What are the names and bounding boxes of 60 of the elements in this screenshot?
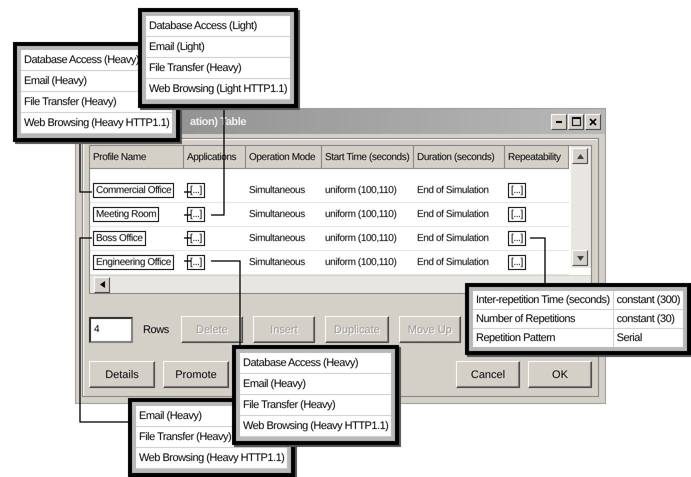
callout-item: Email (Heavy) [240, 374, 392, 395]
callout-item: Database Access (Heavy) [240, 353, 392, 374]
table-cell: uniform (100,110) [322, 179, 414, 203]
connector-line [184, 260, 191, 262]
repeatability-button[interactable]: [...] [508, 183, 526, 198]
repeatability-button[interactable]: [...] [508, 231, 526, 246]
callout-item: File Transfer (Heavy) [146, 58, 290, 79]
table-cell: End of Simulation [414, 179, 505, 203]
applications-button[interactable]: [...] [187, 207, 205, 222]
callout-item: Email (Light) [146, 37, 290, 58]
connector-line [184, 237, 191, 239]
profile-cell: Meeting Room [90, 203, 184, 227]
column-header: Duration (seconds) [414, 146, 505, 169]
table-cell: End of Simulation [414, 203, 505, 227]
applications-button[interactable]: [...] [187, 255, 205, 270]
mode-cell: Simultaneous [246, 179, 322, 203]
minimize-button[interactable] [551, 114, 567, 130]
callout-cell: Inter-repetition Time (seconds) [473, 291, 613, 309]
repeatability-button[interactable]: [...] [508, 207, 526, 222]
column-header: Repeatability [505, 146, 569, 169]
callout-cell: Number of Repetitions [473, 310, 613, 328]
table-cell: End of Simulation [414, 227, 505, 251]
callout-cell: Repetition Pattern [473, 329, 613, 347]
left-arrow-icon [100, 281, 104, 288]
callout-cell: constant (300) [614, 291, 683, 309]
minimize-icon [556, 120, 562, 122]
callout-item: Database Access (Light) [146, 16, 290, 37]
table-cell: uniform (100,110) [322, 203, 414, 227]
mode-cell: Simultaneous [246, 227, 322, 251]
action-button[interactable]: Details [89, 361, 155, 388]
maximize-button[interactable] [568, 114, 584, 130]
action-button[interactable]: Promote [163, 361, 229, 388]
close-button[interactable] [585, 114, 601, 130]
vertical-scrollbar[interactable] [571, 146, 591, 268]
callout-item: Web Browsing (Heavy HTTP1.1) [240, 416, 392, 437]
mode-cell: Simultaneous [246, 203, 322, 227]
connector-line [184, 214, 191, 216]
column-header: Operation Mode [246, 146, 322, 169]
callout-item: Web Browsing (Heavy HTTP1.1) [21, 113, 172, 134]
action-button[interactable]: Cancel [456, 361, 520, 388]
down-arrow-icon [576, 256, 584, 260]
maximize-icon [572, 117, 580, 126]
repeatability-button[interactable]: [...] [508, 255, 526, 270]
callout-item: Web Browsing (Heavy HTTP1.1) [136, 448, 288, 469]
callout-cell: constant (30) [614, 310, 683, 328]
profile-cell: Boss Office [90, 227, 184, 251]
close-icon [589, 118, 597, 126]
rows-label: Rows [143, 324, 169, 336]
callout-item: Web Browsing (Light HTTP1.1) [146, 79, 290, 100]
column-header: Profile Name [90, 146, 184, 169]
rows-field[interactable]: 4 [89, 316, 133, 342]
action-button[interactable]: OK [528, 361, 592, 388]
applications-button[interactable]: [...] [187, 183, 205, 198]
up-arrow-icon [576, 154, 584, 158]
applications-button[interactable]: [...] [187, 231, 205, 246]
connector-line [184, 191, 191, 193]
table-cell: uniform (100,110) [322, 227, 414, 251]
callout-item: File Transfer (Heavy) [240, 395, 392, 416]
callout-cell: Serial [614, 329, 683, 347]
column-header: Start Time (seconds) [322, 146, 414, 169]
